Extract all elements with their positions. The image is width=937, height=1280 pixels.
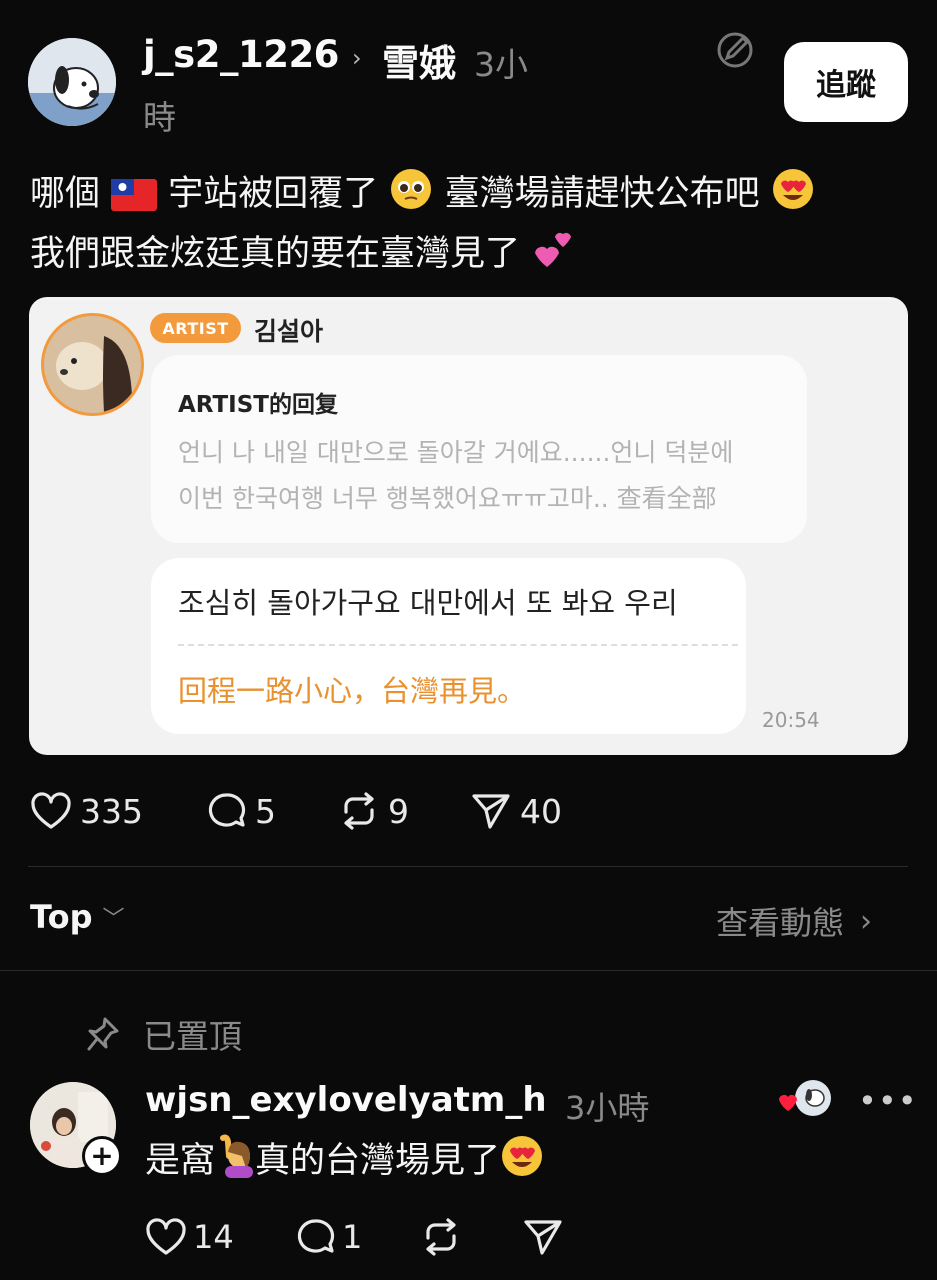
heart-eyes-icon [772, 169, 813, 209]
post-time: 3小 [474, 45, 528, 84]
heart-icon [146, 1218, 186, 1255]
reply-title: ARTIST的回复 [178, 392, 338, 418]
repost-count: 9 [388, 791, 409, 831]
repost-button[interactable]: 9 [338, 790, 409, 832]
reply-like-button[interactable]: 14 [145, 1216, 234, 1258]
post-text-part: 哪個 [30, 174, 101, 214]
raising-hand-icon [220, 1134, 254, 1178]
two-hearts-icon [535, 232, 572, 267]
reply-username[interactable]: wjsn_exylovelyatm_h [145, 1080, 547, 1120]
comment-icon [297, 1219, 335, 1253]
follow-plus-button[interactable]: + [82, 1136, 122, 1176]
comment-button[interactable]: 5 [205, 790, 276, 832]
comment-count: 5 [255, 791, 276, 831]
send-icon [472, 794, 510, 829]
author-liked-icon [779, 1080, 831, 1116]
heart-icon [31, 792, 71, 829]
quoted-message: 언니 나 내일 대만으로 돌아갈 거에요......언니 덕분에 이번 한국여행… [178, 430, 788, 522]
chevron-right-icon: › [352, 44, 362, 72]
comment-icon [208, 793, 246, 827]
share-button[interactable]: 40 [470, 790, 562, 832]
reply-repost-button[interactable] [420, 1216, 468, 1258]
chevron-right-icon: › [860, 903, 873, 939]
send-icon [524, 1220, 562, 1255]
divider [178, 644, 738, 646]
reply-text-part: 是窩 [145, 1141, 216, 1181]
post-text-part: 我們跟金炫廷真的要在臺灣見了 [30, 234, 521, 274]
edit-icon[interactable] [715, 30, 755, 70]
divider [0, 970, 937, 971]
translation-text: 回程一路小心，台灣再見。 [178, 674, 527, 708]
more-options-icon[interactable]: ••• [858, 1082, 918, 1120]
sort-label: Top [30, 898, 93, 936]
reply-like-count: 14 [193, 1218, 234, 1256]
reply-text-part: 真的台灣場見了 [255, 1141, 501, 1181]
artist-avatar [41, 313, 144, 416]
pinned-indicator: 已置頂 [85, 1010, 242, 1058]
community-name[interactable]: 雪娥 [382, 33, 456, 87]
post-text-part: 宇站被回覆了 [168, 174, 379, 214]
post-body: 哪個 宇站被回覆了 臺灣場請趕快公布吧 我們跟金炫廷真的要在臺灣見了 [30, 164, 910, 284]
pin-icon [87, 1017, 119, 1051]
author-username[interactable]: j_s2_1226 [143, 33, 339, 76]
sort-dropdown[interactable]: Top ﹀ [30, 898, 124, 936]
artist-reply-text: 조심히 돌아가구요 대만에서 또 봐요 우리 [178, 586, 678, 620]
artist-name: 김설아 [254, 317, 324, 346]
reply-text: 是窩 真的台灣場見了 [145, 1132, 544, 1183]
message-time: 20:54 [762, 708, 820, 732]
quoted-line[interactable]: 이번 한국여행 너무 행복했어요ㅠㅠ고마.. 查看全部 [178, 476, 788, 522]
reply-comment-count: 1 [342, 1218, 363, 1256]
chevron-down-icon: ﹀ [102, 907, 125, 932]
divider [28, 866, 908, 867]
taiwan-flag-icon [111, 179, 158, 211]
activity-label: 查看動態 [716, 904, 845, 942]
share-count: 40 [520, 791, 562, 831]
view-activity-link[interactable]: 查看動態 › [716, 898, 872, 944]
pleading-face-icon [391, 169, 432, 209]
heart-eyes-icon [502, 1136, 543, 1176]
author-avatar[interactable] [28, 38, 116, 126]
post-text-part: 臺灣場請趕快公布吧 [444, 174, 760, 214]
reply-comment-button[interactable]: 1 [294, 1216, 362, 1258]
follow-button[interactable]: 追蹤 [784, 42, 908, 122]
quoted-line: 언니 나 내일 대만으로 돌아갈 거에요......언니 덕분에 [178, 438, 734, 467]
repost-icon [426, 1218, 456, 1256]
repost-icon [344, 792, 374, 830]
reply-share-button[interactable] [522, 1216, 570, 1258]
artist-badge: ARTIST [150, 313, 241, 343]
like-button[interactable]: 335 [30, 790, 143, 832]
pinned-label: 已置頂 [143, 1017, 242, 1056]
reply-time: 3小時 [565, 1089, 650, 1127]
post-time-cont: 時 [143, 98, 176, 137]
like-count: 335 [80, 791, 143, 831]
